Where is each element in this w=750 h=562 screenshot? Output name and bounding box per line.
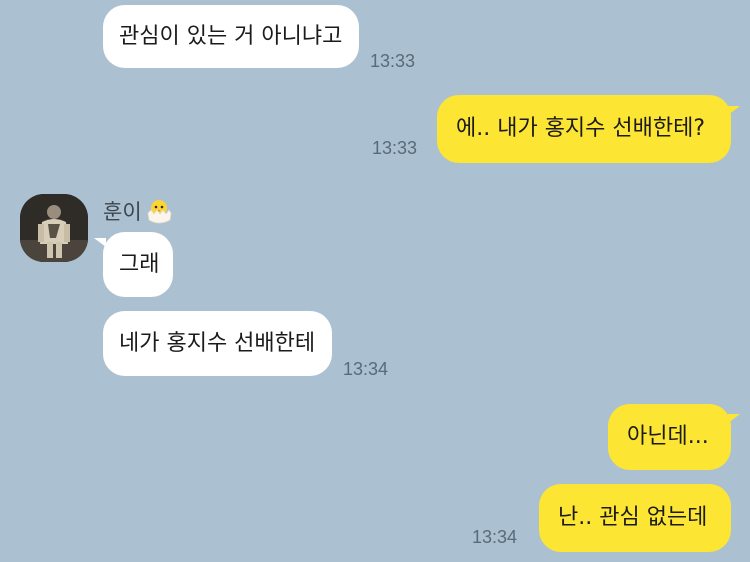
message-text: 그래 [119,251,160,277]
message-timestamp: 13:34 [343,359,389,379]
outgoing-message-bubble[interactable]: 아닌데... [608,404,731,470]
profile-photo-avatar [20,194,88,262]
message-text: 에.. 내가 홍지수 선배한테? [456,116,706,141]
sender-name: 훈이 [103,200,142,224]
chat-message-list[interactable]: 관심이 있는 거 아니냐고 13:33 13:33 에.. 내가 홍지수 선배한… [0,0,750,562]
sender-avatar[interactable] [20,194,88,262]
outgoing-message-bubble[interactable]: 에.. 내가 홍지수 선배한테? [437,95,731,163]
bubble-tail [94,238,106,247]
bubble-tail [728,106,740,115]
message-text: 아닌데... [627,424,709,449]
message-text: 난.. 관심 없는데 [558,505,708,530]
incoming-message-bubble[interactable]: 그래 [103,232,173,297]
message-text: 관심이 있는 거 아니냐고 [119,23,343,49]
incoming-message-bubble[interactable]: 관심이 있는 거 아니냐고 [103,5,359,68]
message-timestamp: 13:33 [372,138,418,158]
bubble-tail [728,414,740,423]
outgoing-message-bubble[interactable]: 난.. 관심 없는데 [539,484,731,552]
incoming-message-bubble[interactable]: 네가 홍지수 선배한테 [103,311,332,376]
message-text: 네가 홍지수 선배한테 [119,330,316,356]
message-timestamp: 13:33 [370,51,416,71]
sender-header: 훈이 [103,196,174,226]
message-timestamp: 13:34 [472,527,518,547]
hatching-chick-icon [144,196,174,226]
